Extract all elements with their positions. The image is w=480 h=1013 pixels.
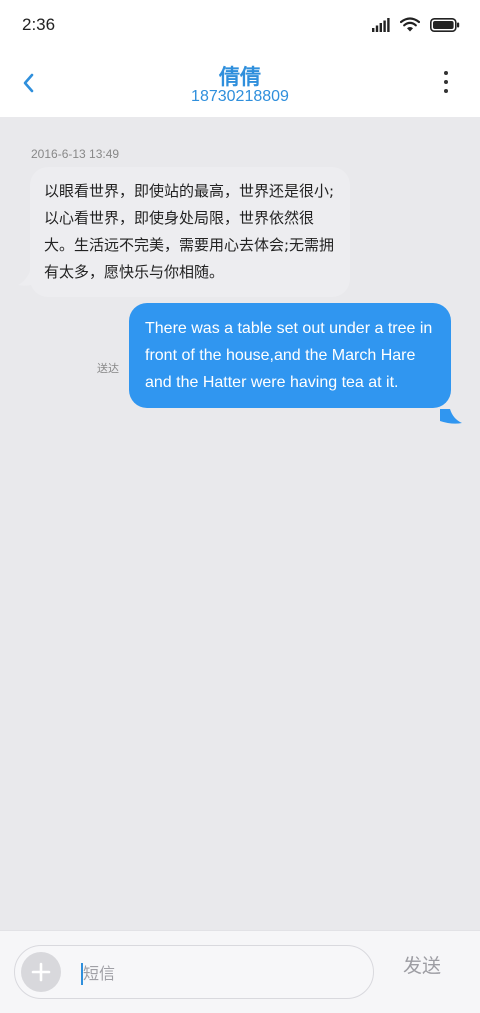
add-attachment-button[interactable]	[21, 952, 61, 992]
more-dots-icon-dot	[444, 80, 448, 84]
more-dots-icon-dot	[444, 89, 448, 93]
contact-name[interactable]: 倩倩	[0, 61, 480, 91]
delivery-status: 送达	[97, 362, 119, 375]
more-dots-icon	[444, 71, 448, 75]
message-input-container	[14, 945, 374, 999]
message-list[interactable]: 2016-6-13 13:49 以眼看世界，即使站的最高，世界还是很小;以心看世…	[0, 117, 480, 930]
message-timestamp: 2016-6-13 13:49	[31, 147, 120, 161]
status-bar: 2:36	[0, 0, 480, 52]
incoming-message-bubble[interactable]: 以眼看世界，即使站的最高，世界还是很小;以心看世界，即使身处局限，世界依然很大。…	[30, 167, 350, 297]
send-button[interactable]: 发送	[403, 951, 441, 978]
contact-number[interactable]: 18730218809	[0, 88, 480, 106]
status-icons	[372, 16, 460, 36]
sms-conversation-screen: 2:36 倩倩 18730218809 2016-6-13 13:49 以眼看世…	[0, 0, 480, 1013]
conversation-header: 倩倩 18730218809	[0, 52, 480, 117]
outgoing-bubble-tail	[440, 409, 462, 424]
signal-icon	[372, 17, 390, 36]
more-options-button[interactable]	[442, 71, 450, 97]
plus-icon	[31, 962, 51, 982]
wifi-icon	[399, 16, 421, 36]
outgoing-message-bubble[interactable]: There was a table set out under a tree i…	[129, 303, 451, 408]
status-time: 2:36	[22, 15, 56, 34]
sms-input[interactable]	[81, 958, 353, 988]
battery-icon	[430, 17, 460, 36]
composer-bar: 发送	[0, 930, 480, 1013]
